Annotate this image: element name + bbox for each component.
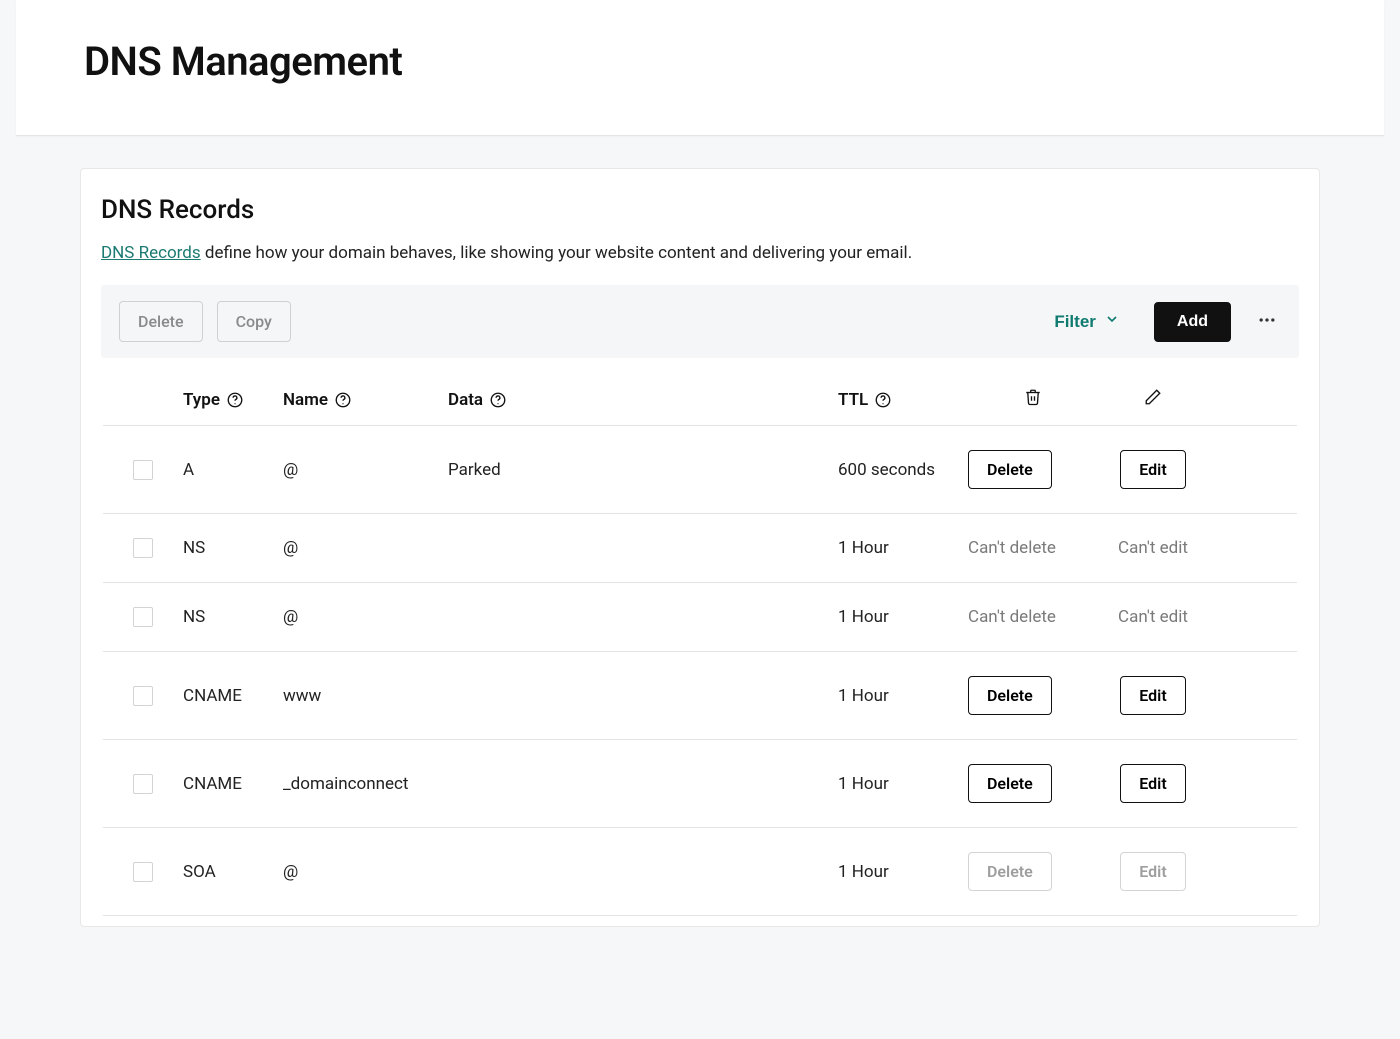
row-checkbox[interactable] [133,686,153,706]
col-ttl: TTL [838,390,968,410]
cell-ttl: 1 Hour [838,607,968,627]
edit-button[interactable]: Edit [1120,450,1185,489]
cant-edit-text: Can't edit [1118,538,1188,558]
row-checkbox[interactable] [133,607,153,627]
table-header: Type Name Data [103,370,1297,426]
table-row: NS@1 HourCan't delete Can't edit [103,583,1297,652]
row-checkbox[interactable] [133,460,153,480]
delete-button: Delete [968,852,1052,891]
table-row: A@Parked600 secondsDelete Edit [103,426,1297,514]
toolbar: Delete Copy Filter Add [101,285,1299,358]
cell-name: @ [283,607,448,627]
cant-delete-text: Can't delete [968,607,1056,627]
cell-ttl: 1 Hour [838,538,968,558]
cell-name: @ [283,538,448,558]
cant-delete-text: Can't delete [968,538,1056,558]
filter-button[interactable]: Filter [1042,303,1132,340]
cell-name: @ [283,862,448,882]
cell-ttl: 1 Hour [838,774,968,794]
help-icon[interactable] [334,391,352,409]
trash-icon [1024,388,1042,411]
pencil-icon [1144,388,1162,411]
delete-button[interactable]: Delete [968,764,1052,803]
cell-type: NS [183,607,283,627]
col-name: Name [283,390,448,410]
card-title: DNS Records [101,195,1299,225]
add-button[interactable]: Add [1154,302,1231,342]
row-checkbox[interactable] [133,774,153,794]
cell-ttl: 600 seconds [838,460,968,480]
cell-type: A [183,460,283,480]
row-checkbox[interactable] [133,538,153,558]
table-row: NS@1 HourCan't delete Can't edit [103,514,1297,583]
delete-button[interactable]: Delete [968,676,1052,715]
more-horizontal-icon [1257,310,1277,333]
dns-records-table: Type Name Data [101,370,1299,916]
cell-name: @ [283,460,448,480]
col-data: Data [448,390,838,410]
help-icon[interactable] [489,391,507,409]
cell-type: CNAME [183,686,283,706]
delete-button[interactable]: Delete [968,450,1052,489]
filter-label: Filter [1054,312,1096,332]
col-edit [1098,388,1208,411]
card-description: DNS Records define how your domain behav… [101,243,1299,263]
row-checkbox[interactable] [133,862,153,882]
dns-records-card: DNS Records DNS Records define how your … [80,168,1320,927]
cell-type: SOA [183,862,283,882]
cell-type: NS [183,538,283,558]
bulk-copy-button[interactable]: Copy [217,301,291,342]
cant-edit-text: Can't edit [1118,607,1188,627]
table-row: CNAMEwww 1 HourDelete Edit [103,652,1297,740]
edit-button: Edit [1120,852,1185,891]
cell-ttl: 1 Hour [838,862,968,882]
cell-name: _domainconnect [283,774,448,794]
help-icon[interactable] [226,391,244,409]
bulk-delete-button[interactable]: Delete [119,301,203,342]
page-header: DNS Management [16,0,1384,136]
cell-name: www [283,686,448,706]
col-delete [968,388,1098,411]
table-row: SOA@1 HourDelete Edit [103,828,1297,916]
edit-button[interactable]: Edit [1120,764,1185,803]
edit-button[interactable]: Edit [1120,676,1185,715]
dns-records-link[interactable]: DNS Records [101,243,201,263]
more-menu-button[interactable] [1253,306,1281,337]
help-icon[interactable] [874,391,892,409]
cell-ttl: 1 Hour [838,686,968,706]
cell-type: CNAME [183,774,283,794]
page-title: DNS Management [84,38,1316,85]
chevron-down-icon [1104,311,1120,332]
card-description-text: define how your domain behaves, like sho… [201,243,913,263]
table-row: CNAME_domainconnect 1 HourDelete Edit [103,740,1297,828]
col-type: Type [183,390,283,410]
cell-data: Parked [448,460,838,480]
